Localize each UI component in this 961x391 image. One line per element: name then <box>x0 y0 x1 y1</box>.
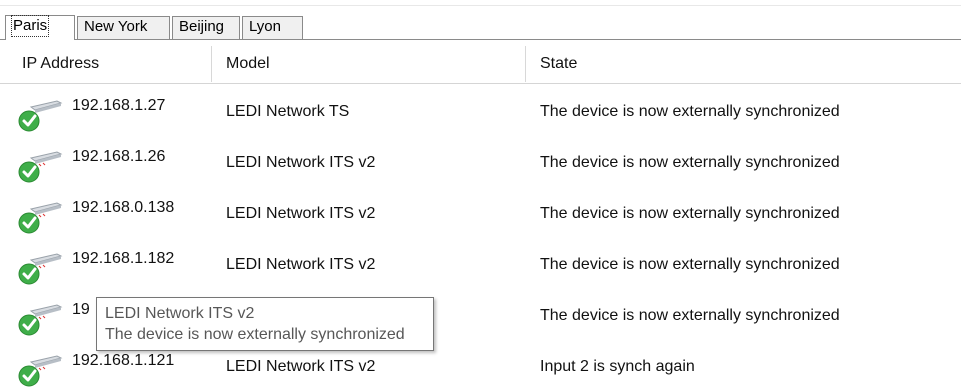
column-header-state[interactable]: State <box>540 44 940 84</box>
tab-label: Paris <box>10 15 50 37</box>
ip-address-cell: 19 <box>72 301 90 318</box>
table-row[interactable]: 192.168.1.182 LEDI Network ITS v2 The de… <box>0 239 961 290</box>
tab-lyon[interactable]: Lyon <box>242 16 303 39</box>
column-header-model[interactable]: Model <box>226 44 516 84</box>
device-ok-icon <box>17 303 65 337</box>
column-header-ip-address[interactable]: IP Address <box>22 44 212 84</box>
state-cell: The device is now externally synchronize… <box>540 256 840 273</box>
location-tabstrip: Paris New York Beijing Lyon <box>0 0 961 41</box>
tooltip-title: LEDI Network ITS v2 <box>105 305 255 322</box>
tab-label: New York <box>84 18 148 35</box>
state-cell: The device is now externally synchronize… <box>540 154 840 171</box>
tab-label: Lyon <box>249 18 281 35</box>
tab-paris[interactable]: Paris <box>5 15 75 40</box>
table-row[interactable]: 192.168.1.27 LEDI Network TS The device … <box>0 86 961 137</box>
model-cell: LEDI Network ITS v2 <box>226 205 376 222</box>
state-cell: Input 2 is synch again <box>540 358 695 375</box>
tab-beijing[interactable]: Beijing <box>172 16 240 39</box>
column-divider[interactable] <box>211 46 212 82</box>
device-ok-icon <box>17 150 65 184</box>
state-cell: The device is now externally synchronize… <box>540 103 840 120</box>
model-cell: LEDI Network ITS v2 <box>226 154 376 171</box>
tab-label: Beijing <box>179 18 225 35</box>
tab-new-york[interactable]: New York <box>77 16 170 39</box>
table-row[interactable]: 192.168.1.26 LEDI Network ITS v2 The dev… <box>0 137 961 188</box>
tabstrip-top-divider <box>0 5 961 6</box>
device-ok-icon <box>17 201 65 235</box>
ip-address-cell: 192.168.1.182 <box>72 250 175 267</box>
device-tooltip: LEDI Network ITS v2 The device is now ex… <box>96 297 434 351</box>
ip-address-cell: 192.168.0.138 <box>72 199 175 216</box>
column-divider[interactable] <box>525 46 526 82</box>
state-cell: The device is now externally synchronize… <box>540 205 840 222</box>
device-ok-icon <box>17 354 65 388</box>
model-cell: LEDI Network TS <box>226 103 350 120</box>
device-ok-icon <box>17 252 65 286</box>
state-cell: The device is now externally synchronize… <box>540 307 840 324</box>
ip-address-cell: 192.168.1.27 <box>72 97 166 114</box>
model-cell: LEDI Network ITS v2 <box>226 256 376 273</box>
device-ok-icon <box>17 99 65 133</box>
column-header-row: IP Address Model State <box>0 44 961 84</box>
tabstrip-bottom-border <box>0 39 961 40</box>
ip-address-cell: 192.168.1.26 <box>72 148 166 165</box>
table-row[interactable]: 192.168.0.138 LEDI Network ITS v2 The de… <box>0 188 961 239</box>
tooltip-text: The device is now externally synchronize… <box>105 326 405 343</box>
